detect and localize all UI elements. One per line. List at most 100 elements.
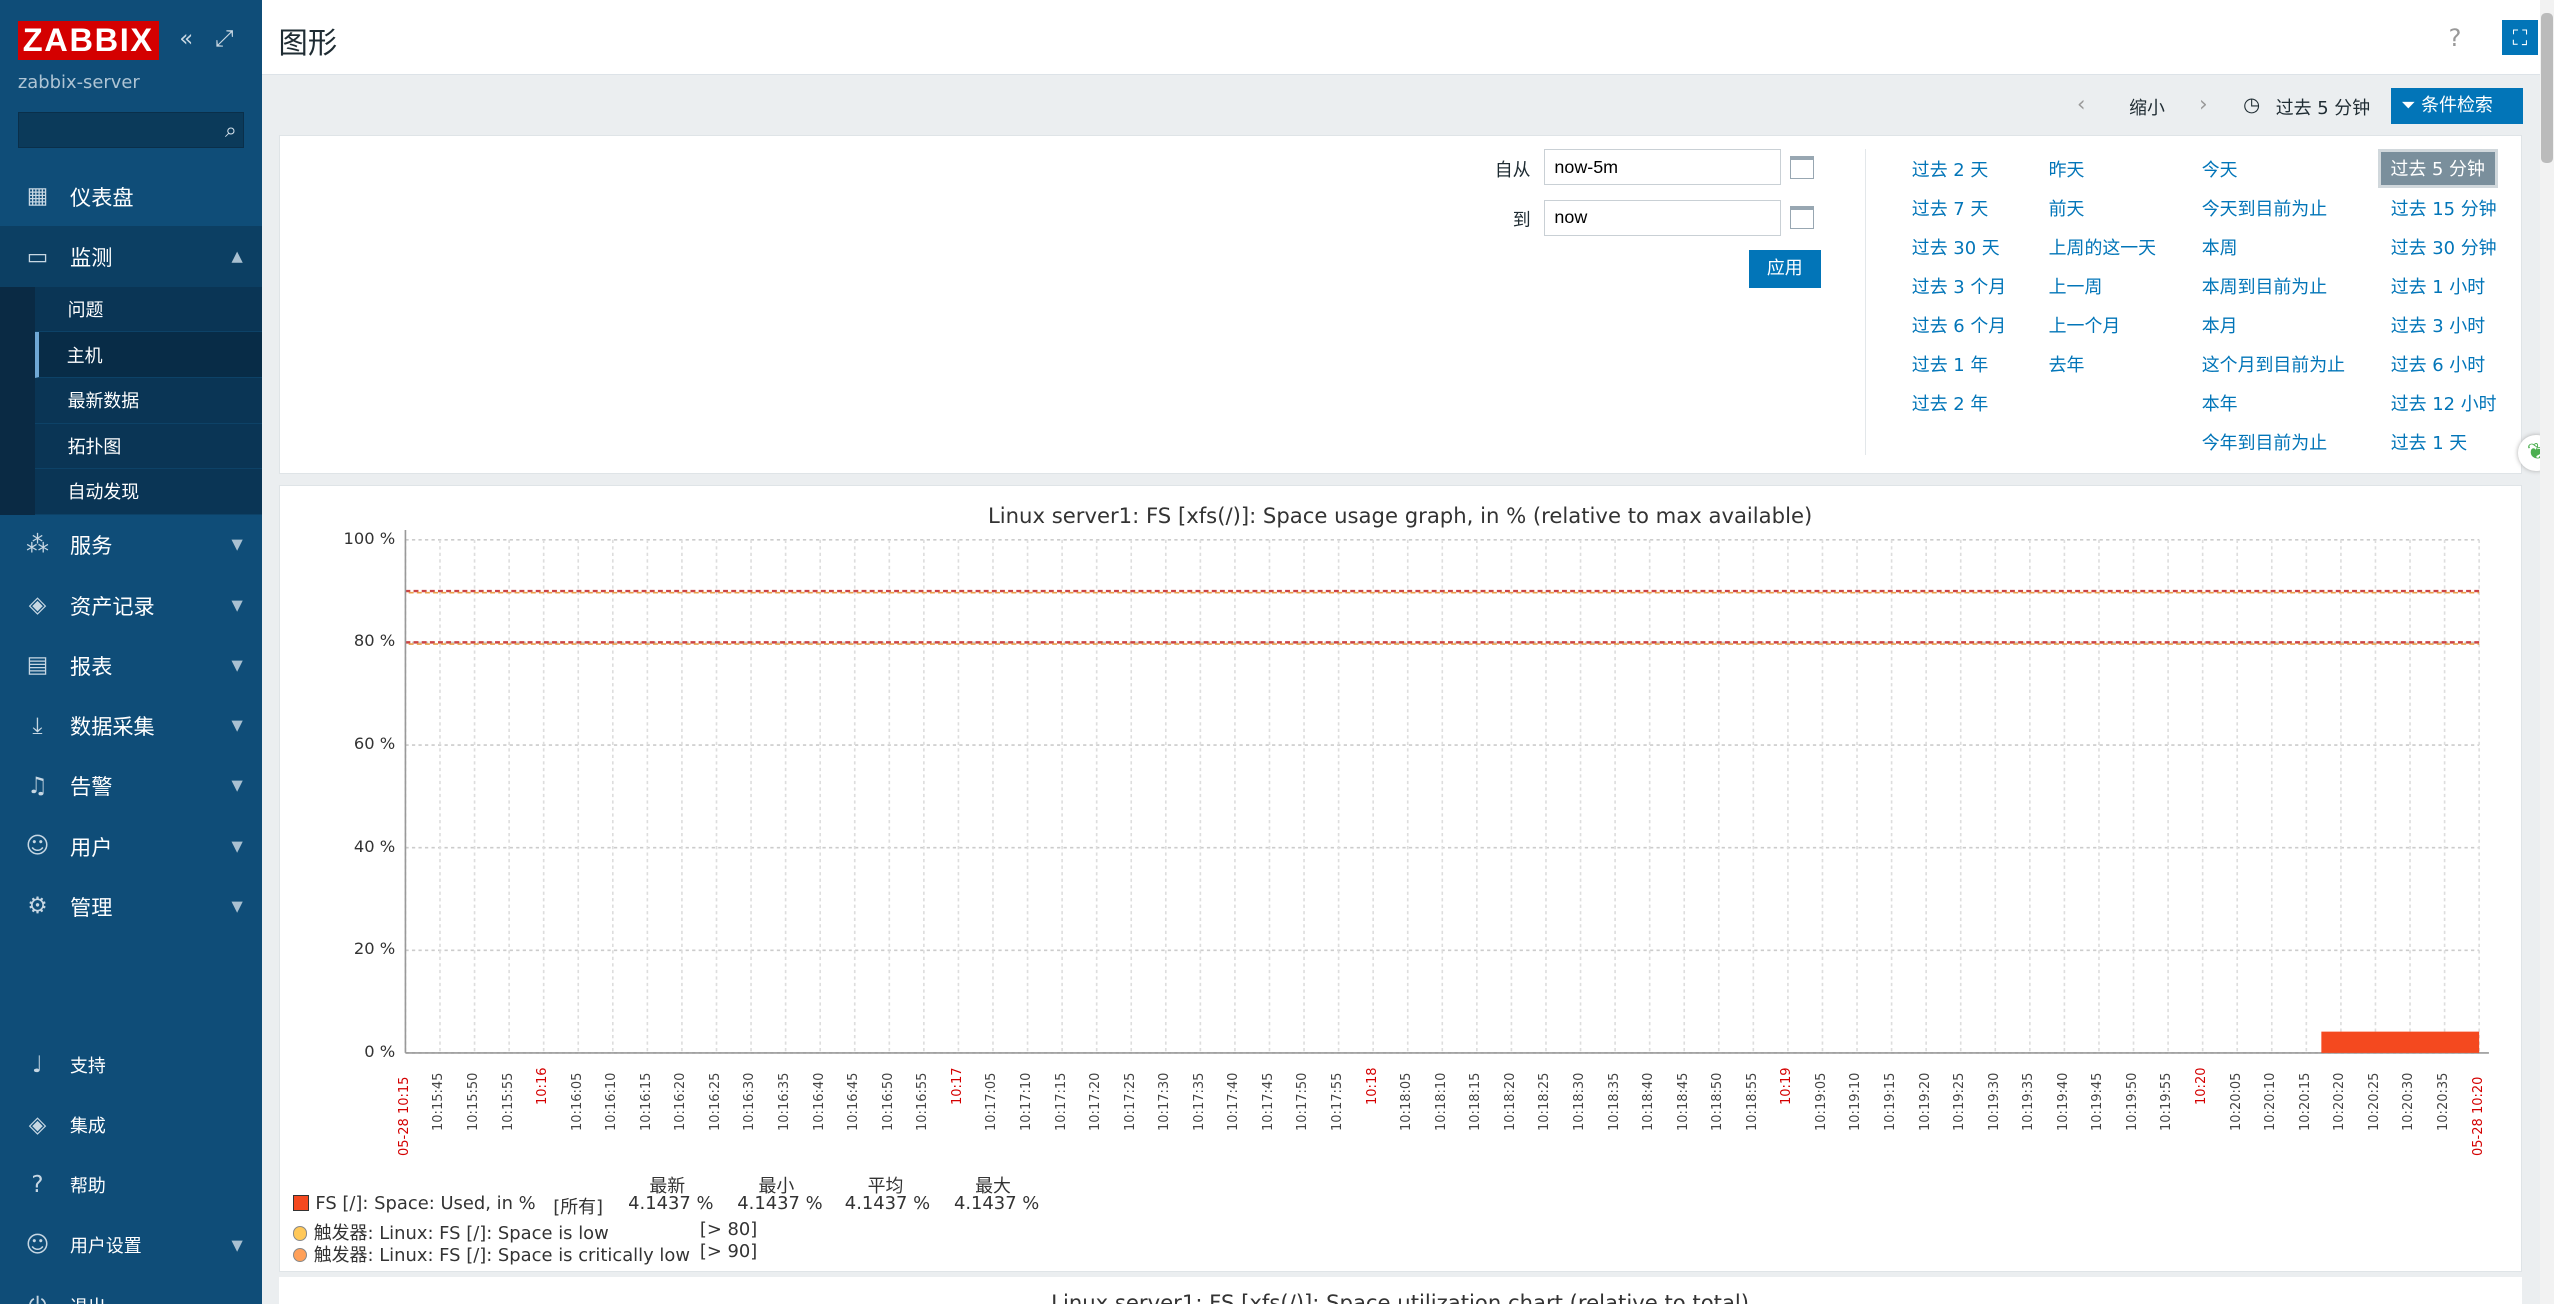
divider (1864, 149, 1867, 456)
legend-avg: 4.1437 % (844, 1193, 931, 1215)
quick-range-link[interactable]: 上一周 (2049, 273, 2103, 299)
submenu-latest-data[interactable]: 最新数据 (35, 378, 263, 424)
server-name: zabbix-server (17, 71, 140, 93)
x-tick-label: 10:17:15 (1053, 1072, 1069, 1131)
menu-alerts[interactable]: ♫ 告警 ▼ (0, 756, 262, 816)
sidebar-search-input[interactable]: ⌕ (17, 112, 245, 149)
menu-help[interactable]: ? 帮助 (0, 1155, 262, 1215)
kiosk-sidebar-icon[interactable]: ⤢ (215, 26, 233, 52)
x-tick-label: 10:20:35 (2435, 1072, 2451, 1131)
quick-range-link[interactable]: 过去 2 天 (1912, 156, 1989, 182)
scrollbar-thumb[interactable] (2541, 13, 2553, 163)
search-icon[interactable]: ⌕ (225, 117, 237, 143)
x-tick-label: 10:16:50 (880, 1072, 896, 1131)
x-tick-label: 10:17 (949, 1067, 965, 1106)
collapse-sidebar-icon[interactable]: « (179, 26, 193, 52)
submenu-hosts[interactable]: 主机 (35, 332, 263, 378)
filter-icon: ⏷ (2401, 94, 2422, 116)
page-title: 图形 (278, 25, 338, 60)
menu-users[interactable]: ☺ 用户 ▼ (0, 816, 262, 876)
x-tick-label: 10:18:40 (1641, 1072, 1657, 1131)
x-tick-label: 10:16:10 (604, 1072, 620, 1131)
legend-item: FS [/]: Space: Used, in % (292, 1193, 536, 1214)
submenu-maps[interactable]: 拓扑图 (35, 424, 263, 470)
quick-range-link[interactable]: 今天 (2202, 156, 2238, 182)
menu-user-settings[interactable]: ☺ 用户设置 ▼ (0, 1215, 262, 1275)
x-tick-label: 10:19 (1779, 1067, 1795, 1106)
x-tick-label: 10:18:25 (1537, 1072, 1553, 1131)
menu-data-collection[interactable]: ⤓ 数据采集 ▼ (0, 696, 262, 756)
quick-range-link[interactable]: 今天到目前为止 (2202, 195, 2327, 221)
quick-range-link[interactable]: 本周 (2202, 234, 2238, 260)
scrollbar[interactable] (2539, 0, 2554, 1304)
quick-range-link[interactable]: 过去 2 年 (1912, 390, 1989, 416)
chevron-right-icon[interactable]: › (2199, 91, 2207, 116)
quick-range-link[interactable]: 过去 1 天 (2391, 429, 2468, 455)
quick-range-link[interactable]: 过去 3 小时 (2391, 312, 2485, 338)
quick-range-link[interactable]: 过去 6 个月 (1912, 312, 2006, 338)
quick-range-link[interactable]: 过去 7 天 (1912, 195, 1989, 221)
quick-range-link[interactable]: 去年 (2049, 351, 2085, 377)
bottom-menu: ♩支持 ◈集成 ?帮助 ☺用户设置▼ ⏻退出 (0, 1034, 262, 1304)
filter-tab[interactable]: ⏷ 条件检索 (2391, 87, 2524, 124)
quick-range-link[interactable]: 上一个月 (2049, 312, 2121, 338)
monitoring-submenu: 问题 主机 最新数据 拓扑图 自动发现 (0, 286, 263, 515)
quick-range-link[interactable]: 上周的这一天 (2049, 234, 2156, 260)
quick-range-link[interactable]: 这个月到目前为止 (2202, 351, 2345, 377)
x-tick-label: 10:16:45 (846, 1072, 862, 1131)
calendar-icon[interactable] (1789, 155, 1815, 179)
submenu-discovery[interactable]: 自动发现 (35, 469, 263, 515)
fullscreen-icon: ⛶ (2512, 24, 2528, 50)
quick-range-link[interactable]: 过去 30 分钟 (2391, 234, 2497, 260)
quick-range-link[interactable]: 前天 (2049, 195, 2085, 221)
time-range-tab[interactable]: 过去 5 分钟 (2276, 94, 2370, 120)
chevron-left-icon[interactable]: ‹ (2077, 91, 2085, 116)
submenu-problems[interactable]: 问题 (35, 287, 263, 333)
chevron-down-icon: ▼ (231, 656, 243, 674)
to-input[interactable] (1543, 199, 1782, 236)
from-input[interactable] (1543, 149, 1782, 186)
menu-monitoring[interactable]: ▭ 监测 ▲ (0, 226, 263, 287)
clock-icon: ◷ (2243, 92, 2261, 116)
quick-range-link[interactable]: 过去 1 年 (1912, 351, 1989, 377)
menu-dashboard[interactable]: ▦ 仪表盘 (0, 166, 262, 226)
quick-range-link[interactable]: 过去 15 分钟 (2391, 195, 2497, 221)
sidebar: ZABBIX « ⤢ zabbix-server ⌕ ▦ 仪表盘 ▭ 监测 ▲ 问题 … (0, 0, 263, 1304)
legend-max: 4.1437 % (953, 1193, 1040, 1215)
apply-button[interactable]: 应用 (1748, 250, 1821, 288)
menu-administration[interactable]: ⚙ 管理 ▼ (0, 876, 262, 936)
x-tick-label: 10:19:10 (1848, 1072, 1864, 1131)
menu-reports[interactable]: ▤ 报表 ▼ (0, 635, 262, 695)
zoom-out-button[interactable]: 缩小 (2129, 94, 2165, 120)
menu-support[interactable]: ♩ 支持 (0, 1034, 262, 1094)
quick-range-link[interactable]: 本周到目前为止 (2202, 273, 2327, 299)
user-icon: ☺ (25, 1232, 50, 1259)
quick-range-link[interactable]: 过去 6 小时 (2391, 351, 2485, 377)
calendar-icon[interactable] (1789, 206, 1815, 230)
quick-range-link[interactable]: 过去 30 天 (1912, 234, 2000, 260)
fullscreen-button[interactable]: ⛶ (2502, 19, 2538, 56)
menu-integrations[interactable]: ◈ 集成 (0, 1095, 262, 1155)
x-tick-label: 10:19:45 (2090, 1072, 2106, 1131)
x-tick-label: 10:17:50 (1295, 1072, 1311, 1131)
quick-range-link[interactable]: 本年 (2202, 390, 2238, 416)
x-tick-label: 10:18:05 (1399, 1072, 1415, 1131)
x-tick-label: 10:16:05 (569, 1072, 585, 1131)
help-icon[interactable]: ? (2448, 23, 2461, 52)
reports-icon: ▤ (26, 652, 49, 679)
x-tick-label: 10:18:55 (1744, 1072, 1760, 1131)
quick-range-link[interactable]: 今年到目前为止 (2202, 429, 2327, 455)
menu-logout[interactable]: ⏻退出 (0, 1275, 262, 1304)
quick-range-link[interactable]: 过去 5 分钟 (2377, 149, 2498, 188)
quick-range-link[interactable]: 过去 12 小时 (2391, 390, 2497, 416)
quick-range-link[interactable]: 过去 1 小时 (2391, 273, 2485, 299)
x-tick-label: 10:19:50 (2124, 1072, 2140, 1131)
zabbix-logo[interactable]: ZABBIX (17, 21, 159, 61)
legend-trigger-low-cond: [> 80] (699, 1219, 758, 1241)
menu-services[interactable]: ⁂ 服务 ▼ (0, 515, 262, 575)
integrations-icon: ◈ (28, 1111, 47, 1138)
menu-inventory[interactable]: ◈ 资产记录 ▼ (0, 575, 262, 635)
quick-range-link[interactable]: 过去 3 个月 (1912, 273, 2006, 299)
quick-range-link[interactable]: 昨天 (2049, 156, 2085, 182)
quick-range-link[interactable]: 本月 (2202, 312, 2238, 338)
